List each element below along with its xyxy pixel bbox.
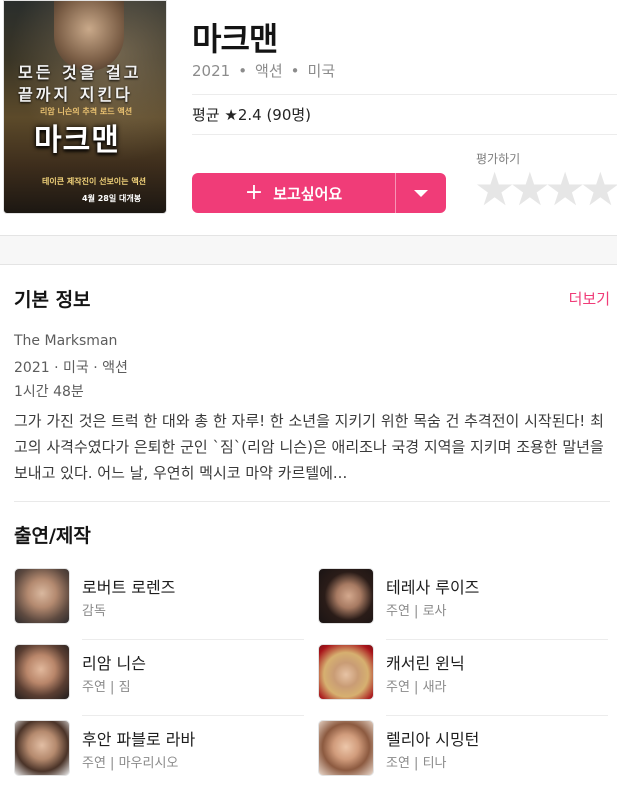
cast-item[interactable]: 후안 파블로 라바 주연 | 마우리시오 xyxy=(14,720,304,782)
person-role: 주연 | 새라 xyxy=(386,680,447,695)
divider xyxy=(14,501,610,502)
synopsis: 그가 가진 것은 트럭 한 대와 총 한 자루! 한 소년을 지키기 위한 목숨… xyxy=(14,412,604,482)
movie-title: 마크맨 xyxy=(192,20,278,58)
movie-meta: 2021 • 액션 • 미국 xyxy=(192,60,335,81)
cast-item[interactable]: 로버트 로렌즈 감독 xyxy=(14,568,304,640)
want-to-watch-label: 보고싶어요 xyxy=(273,184,343,203)
person-name: 로버트 로렌즈 xyxy=(82,578,176,597)
divider xyxy=(192,134,617,135)
chevron-down-icon xyxy=(414,189,428,197)
person-role: 주연 | 마우리시오 xyxy=(82,756,179,771)
person-role: 주연 | 로사 xyxy=(386,604,447,619)
want-to-watch-button[interactable]: + 보고싶어요 xyxy=(192,173,446,213)
person-photo xyxy=(14,720,70,776)
star-rating-input[interactable]: ★ ★ ★ ★ xyxy=(474,166,617,212)
cast-item[interactable]: 캐서린 윈닉 주연 | 새라 xyxy=(318,644,608,716)
movie-year: 2021 xyxy=(192,62,231,80)
person-name: 테레사 루이즈 xyxy=(386,578,480,597)
person-photo xyxy=(318,644,374,700)
poster-title: 마크맨 xyxy=(34,123,120,158)
cast-section-title: 출연/제작 xyxy=(14,525,91,547)
cast-item[interactable]: 렐리아 시밍턴 조연 | 티나 xyxy=(318,720,608,782)
person-role: 감독 xyxy=(82,604,106,619)
separator-dot: • xyxy=(238,62,248,80)
poster-release-date: 4월 28일 대개봉 xyxy=(82,194,142,203)
divider xyxy=(82,715,304,716)
poster-tag: 테이큰 제작진이 선보이는 액션 xyxy=(42,177,147,186)
person-photo xyxy=(318,568,374,624)
year-country-genre: 2021 · 미국 · 액션 xyxy=(14,360,128,376)
person-name: 렐리아 시밍턴 xyxy=(386,730,480,749)
person-role: 조연 | 티나 xyxy=(386,756,447,771)
poster-tagline-1: 모든 것을 걸고 xyxy=(18,63,142,82)
movie-genre: 액션 xyxy=(255,62,283,80)
basic-info-title: 기본 정보 xyxy=(14,289,91,311)
more-link[interactable]: 더보기 xyxy=(569,288,610,309)
person-name: 캐서린 윈닉 xyxy=(386,654,465,673)
section-spacer xyxy=(0,235,617,265)
divider xyxy=(192,94,617,95)
person-name: 리암 니슨 xyxy=(82,654,146,673)
cast-item[interactable]: 테레사 루이즈 주연 | 로사 xyxy=(318,568,608,640)
want-options-dropdown[interactable] xyxy=(396,173,446,213)
star-icon[interactable]: ★ xyxy=(580,166,617,212)
person-photo xyxy=(14,568,70,624)
plus-icon: + xyxy=(244,180,264,205)
person-name: 후안 파블로 라바 xyxy=(82,730,196,749)
divider xyxy=(386,639,608,640)
original-title: The Marksman xyxy=(14,333,118,349)
want-to-watch-main[interactable]: + 보고싶어요 xyxy=(192,173,395,213)
person-role: 주연 | 짐 xyxy=(82,680,131,695)
person-photo xyxy=(318,720,374,776)
person-photo xyxy=(14,644,70,700)
divider xyxy=(82,639,304,640)
movie-poster[interactable]: 모든 것을 걸고 끝까지 지킨다 리암 니슨의 추격 로드 액션 마크맨 테이큰… xyxy=(3,0,167,214)
divider xyxy=(386,715,608,716)
cast-item[interactable]: 리암 니슨 주연 | 짐 xyxy=(14,644,304,716)
poster-tagline-2: 끝까지 지킨다 xyxy=(18,85,133,104)
separator-dot: • xyxy=(290,62,300,80)
movie-country: 미국 xyxy=(307,62,336,80)
average-rating: 평균 ★2.4 (90명) xyxy=(192,106,312,124)
runtime: 1시간 48분 xyxy=(14,384,84,400)
